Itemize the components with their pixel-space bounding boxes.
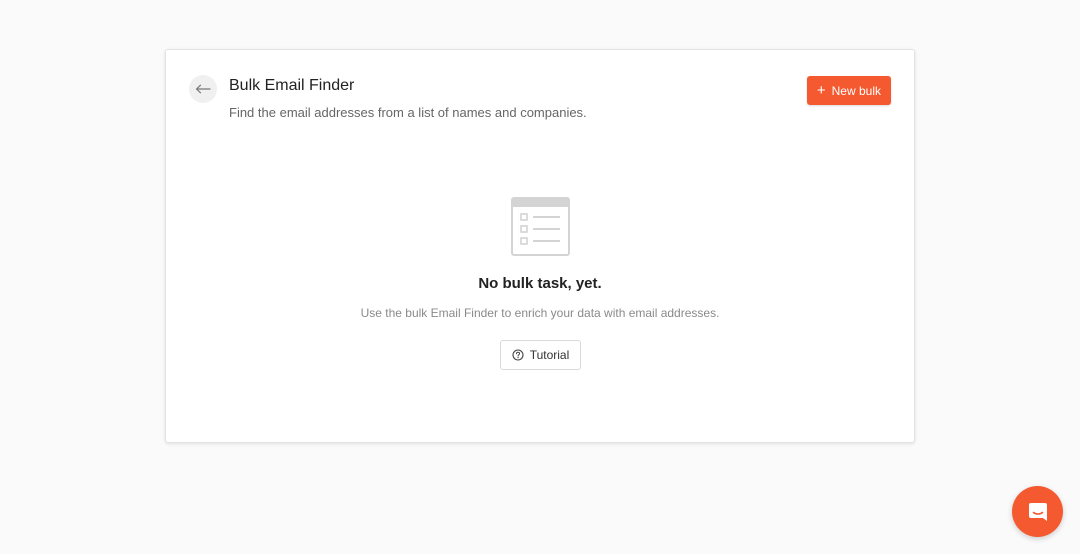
empty-state-description: Use the bulk Email Finder to enrich your… xyxy=(360,306,720,320)
new-bulk-label: New bulk xyxy=(831,83,881,98)
list-document-icon xyxy=(511,197,570,256)
chat-launcher-button[interactable] xyxy=(1012,486,1063,537)
question-circle-icon xyxy=(512,349,524,361)
new-bulk-button[interactable]: + New bulk xyxy=(806,76,891,105)
arrow-left-icon xyxy=(195,84,211,94)
chat-icon xyxy=(1028,502,1047,521)
page-subtitle: Find the email addresses from a list of … xyxy=(229,105,587,120)
empty-state-title: No bulk task, yet. xyxy=(478,275,602,292)
back-button[interactable] xyxy=(189,75,217,103)
plus-icon: + xyxy=(816,82,826,99)
tutorial-button[interactable]: Tutorial xyxy=(500,340,581,370)
page-title: Bulk Email Finder xyxy=(229,77,355,94)
bulk-finder-card: Bulk Email Finder Find the email address… xyxy=(165,49,915,443)
tutorial-label: Tutorial xyxy=(529,348,570,362)
